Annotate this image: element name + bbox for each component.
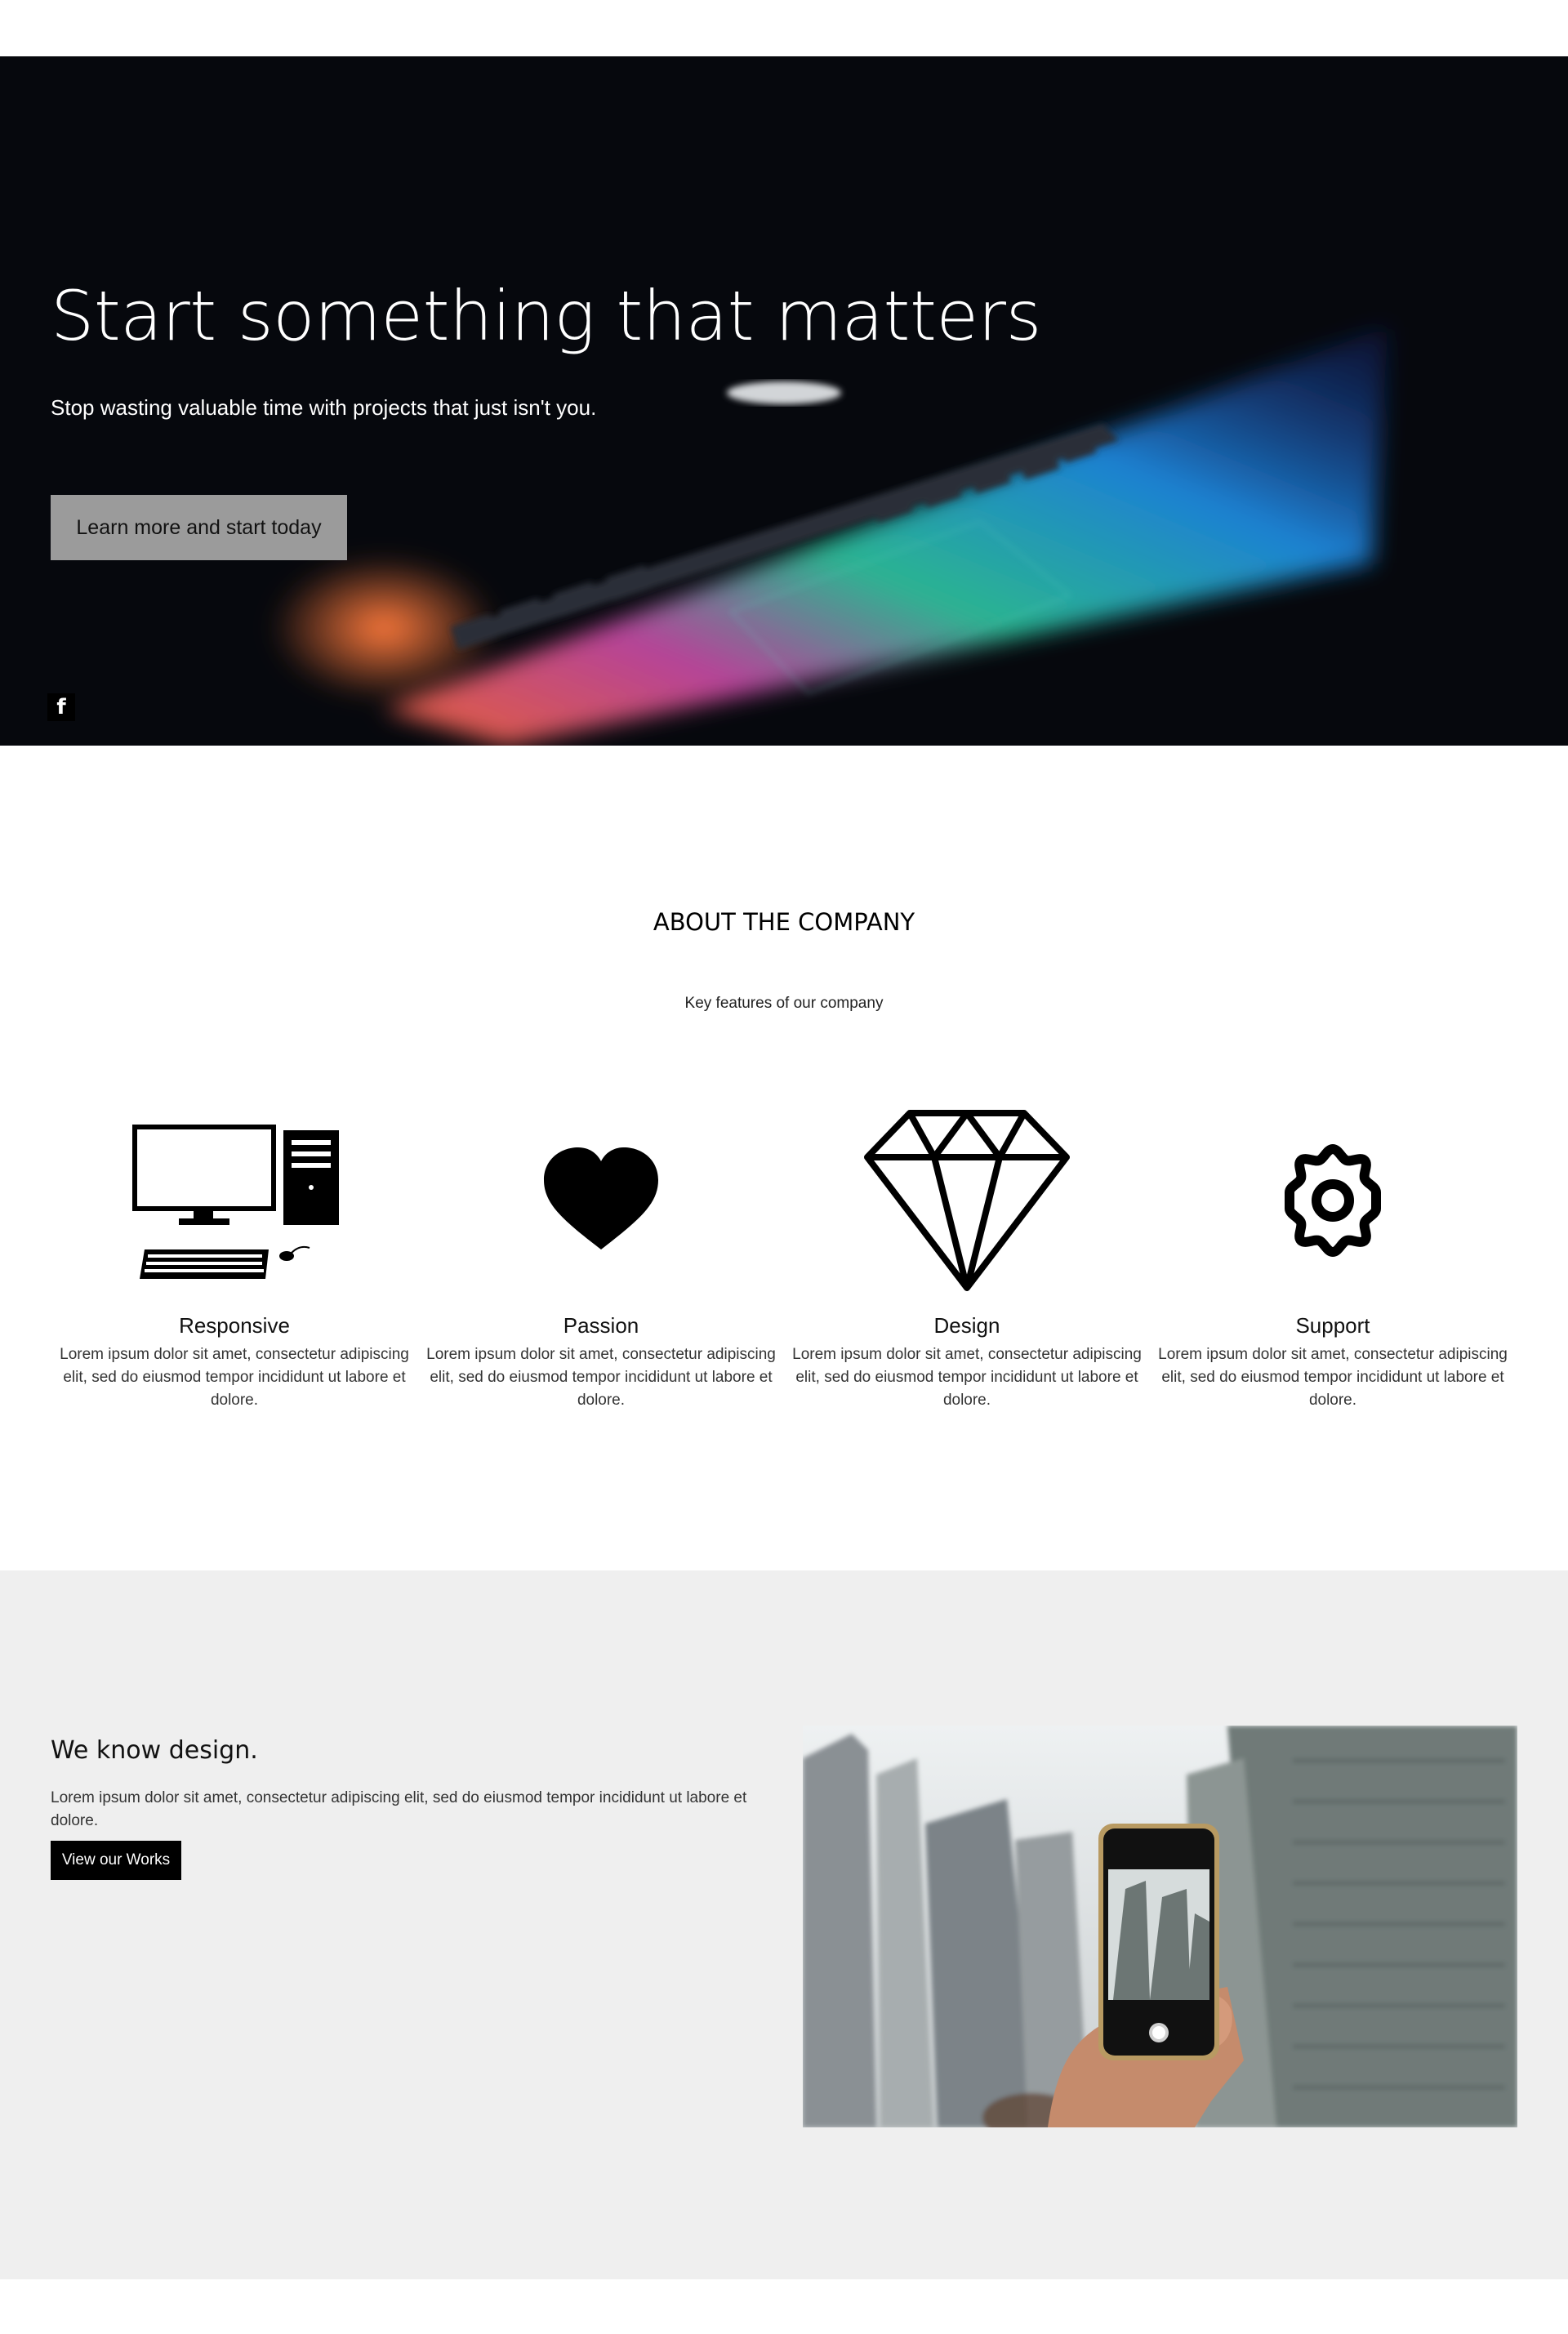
desktop-computer-icon — [51, 1102, 417, 1298]
heart-icon — [418, 1102, 784, 1298]
learn-more-button[interactable]: Learn more and start today — [51, 495, 347, 560]
feature-title: Responsive — [179, 1313, 290, 1338]
feature-design: Design Lorem ipsum dolor sit amet, conse… — [784, 1102, 1150, 1412]
design-section: We know design. Lorem ipsum dolor sit am… — [0, 1570, 1568, 2279]
diamond-icon — [784, 1102, 1150, 1298]
feature-text: Lorem ipsum dolor sit amet, consectetur … — [60, 1346, 409, 1409]
hero-subtitle: Stop wasting valuable time with projects… — [51, 395, 597, 420]
hero-section: Start something that matters Stop wastin… — [0, 56, 1568, 746]
facebook-icon[interactable]: f — [47, 693, 75, 721]
feature-text: Lorem ipsum dolor sit amet, consectetur … — [792, 1346, 1142, 1409]
feature-text: Lorem ipsum dolor sit amet, consectetur … — [426, 1346, 776, 1409]
top-bar — [0, 0, 1568, 56]
gear-icon — [1150, 1102, 1516, 1298]
about-title: ABOUT THE COMPANY — [653, 908, 915, 936]
design-text: Lorem ipsum dolor sit amet, consectetur … — [51, 1789, 747, 1829]
design-title: We know design. — [51, 1736, 258, 1765]
phone-buildings-photo — [803, 1726, 1517, 2127]
feature-responsive: Responsive Lorem ipsum dolor sit amet, c… — [51, 1102, 417, 1412]
feature-title: Support — [1295, 1313, 1370, 1338]
feature-passion: Passion Lorem ipsum dolor sit amet, cons… — [418, 1102, 784, 1412]
view-works-button[interactable]: View our Works — [51, 1841, 181, 1880]
feature-text: Lorem ipsum dolor sit amet, consectetur … — [1158, 1346, 1508, 1409]
feature-title: Passion — [563, 1313, 639, 1338]
about-subtitle: Key features of our company — [684, 995, 884, 1012]
hero-title: Start something that matters — [51, 276, 1041, 356]
feature-title: Design — [933, 1313, 1000, 1338]
feature-support: Support Lorem ipsum dolor sit amet, cons… — [1150, 1102, 1516, 1412]
